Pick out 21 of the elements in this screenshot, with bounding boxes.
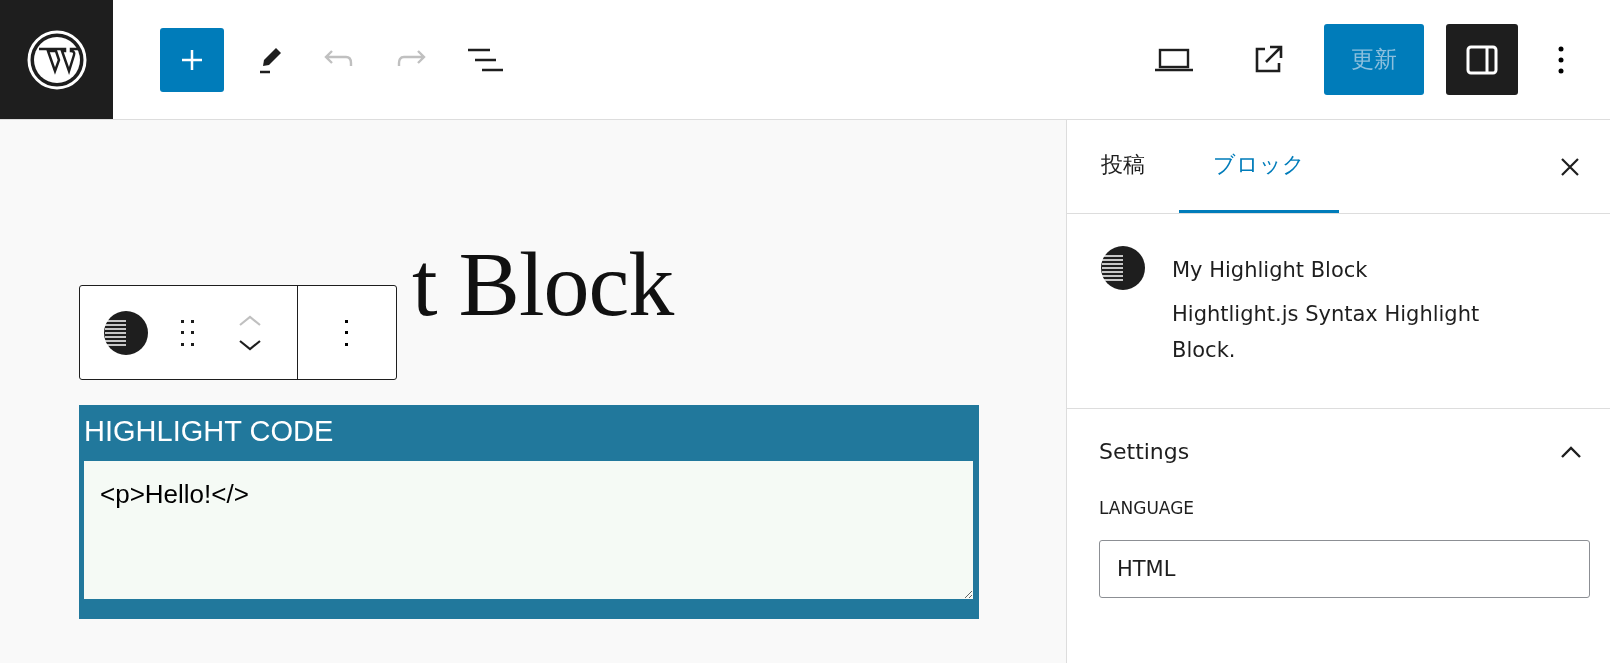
code-field[interactable]: <p>Hello!</> <box>84 461 973 599</box>
close-icon[interactable] <box>1560 156 1580 177</box>
language-field[interactable]: HTML <box>1099 540 1590 598</box>
sidebar-toggle-button[interactable] <box>1446 24 1518 95</box>
wordpress-logo-icon <box>25 28 88 91</box>
drag-handle-icon[interactable] <box>180 317 196 348</box>
move-down-icon[interactable] <box>238 338 262 351</box>
language-label: LANGUAGE <box>1099 498 1196 518</box>
wordpress-logo[interactable] <box>0 0 113 119</box>
half-circle-icon <box>1099 244 1147 292</box>
more-options-icon[interactable] <box>344 317 350 348</box>
half-circle-icon[interactable] <box>102 308 150 357</box>
chevron-up-icon <box>1560 444 1582 459</box>
block-name: My Highlight Block <box>1172 258 1369 282</box>
post-title[interactable]: t Block <box>412 120 674 330</box>
settings-panel-toggle[interactable]: Settings <box>1099 409 1582 488</box>
sidebar-tab[interactable]: 投稿 <box>1067 120 1179 213</box>
add-block-button[interactable] <box>160 27 224 92</box>
sidebar-tab[interactable]: ブロック <box>1179 120 1339 213</box>
block-heading: HIGHLIGHT CODE <box>84 414 335 449</box>
block-description: Hightlight.js Syntax Highlight Block. <box>1172 301 1481 364</box>
